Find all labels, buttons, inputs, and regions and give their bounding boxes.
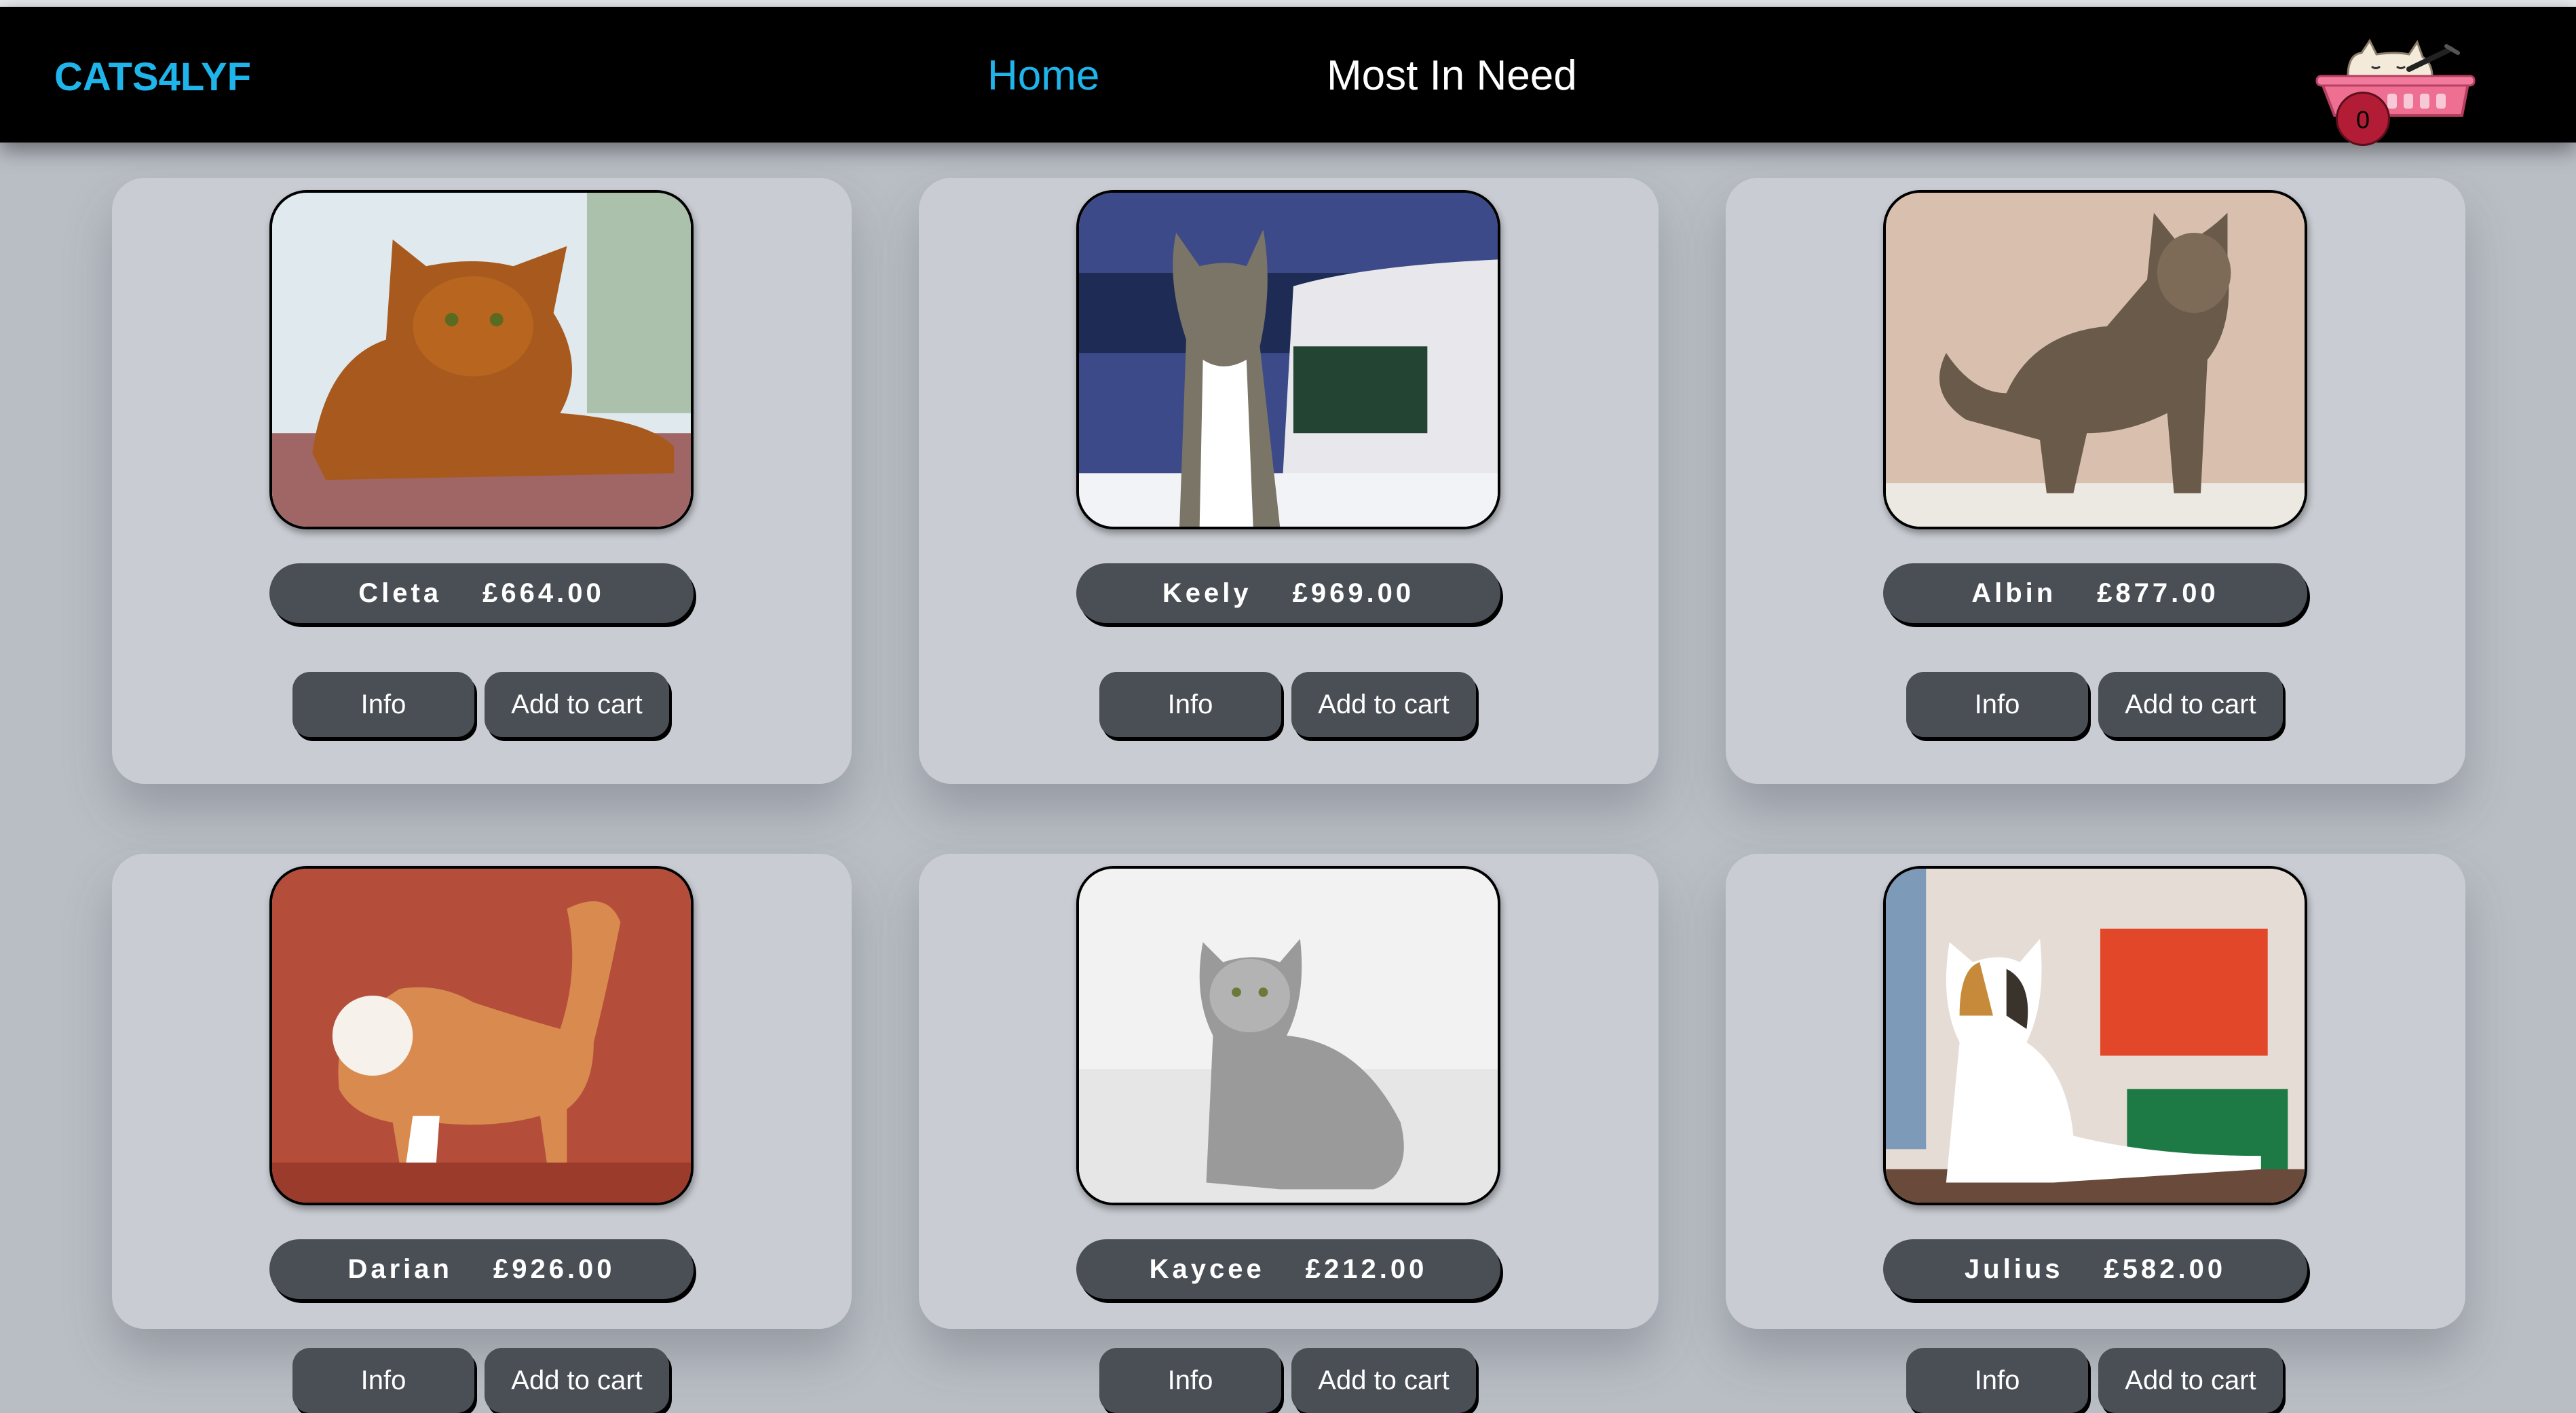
cat-price: £877.00 (2097, 578, 2219, 608)
brand-logo-text[interactable]: CATS4LYF (54, 54, 251, 100)
nav-link-home[interactable]: Home (987, 52, 1099, 100)
add-to-cart-button[interactable]: Add to cart (485, 1348, 669, 1413)
cat-name: Kaycee (1149, 1254, 1265, 1284)
cat-photo (1076, 190, 1500, 529)
silver-tabby-cat-image (1079, 869, 1498, 1203)
cat-basket-icon (2315, 39, 2476, 117)
add-to-cart-button[interactable]: Add to cart (485, 672, 669, 737)
cat-name-price: Cleta £664.00 (269, 563, 694, 623)
add-to-cart-button[interactable]: Add to cart (2098, 1348, 2283, 1413)
cat-card: Cleta £664.00 Info Add to cart (112, 178, 852, 784)
calico-cat-image (1886, 869, 2305, 1203)
cart-button[interactable]: 0 (2307, 34, 2484, 146)
abyssinian-cat-image (272, 193, 691, 527)
cat-price: £926.00 (493, 1254, 615, 1284)
cat-price: £664.00 (482, 578, 605, 608)
cat-name-price: Albin £877.00 (1883, 563, 2307, 623)
browser-top-strip (0, 0, 2576, 7)
cat-name: Keely (1162, 578, 1252, 608)
cat-card: Julius £582.00 Info Add to cart (1726, 854, 2465, 1413)
info-button[interactable]: Info (1099, 672, 1281, 737)
info-button[interactable]: Info (292, 672, 474, 737)
cat-name-price: Darian £926.00 (269, 1239, 694, 1299)
cat-card: Darian £926.00 Info Add to cart (112, 854, 852, 1413)
add-to-cart-button[interactable]: Add to cart (1291, 672, 1476, 737)
cat-name: Albin (1971, 578, 2057, 608)
cat-photo (1883, 866, 2307, 1205)
cat-price: £969.00 (1292, 578, 1415, 608)
info-button[interactable]: Info (1906, 672, 2088, 737)
cat-price: £582.00 (2104, 1254, 2227, 1284)
add-to-cart-button[interactable]: Add to cart (2098, 672, 2283, 737)
cat-photo (1076, 866, 1500, 1205)
cat-photo (269, 190, 694, 529)
cat-name-price: Keely £969.00 (1076, 563, 1500, 623)
cat-name-price: Kaycee £212.00 (1076, 1239, 1500, 1299)
add-to-cart-button[interactable]: Add to cart (1291, 1348, 1476, 1413)
cat-photo (269, 866, 694, 1205)
cat-card: Kaycee £212.00 Info Add to cart (919, 854, 1659, 1413)
info-button[interactable]: Info (1906, 1348, 2088, 1413)
info-button[interactable]: Info (292, 1348, 474, 1413)
nav-link-most-in-need[interactable]: Most In Need (1327, 52, 1577, 100)
cat-name: Darian (347, 1254, 453, 1284)
cat-name: Julius (1964, 1254, 2064, 1284)
cat-photo (1883, 190, 2307, 529)
info-button[interactable]: Info (1099, 1348, 1281, 1413)
cat-price: £212.00 (1305, 1254, 1428, 1284)
maine-coon-cat-image (1886, 193, 2305, 527)
orange-white-cat-image (272, 869, 691, 1203)
cat-name: Cleta (358, 578, 442, 608)
cat-name-price: Julius £582.00 (1883, 1239, 2307, 1299)
cat-card: Keely £969.00 Info Add to cart (919, 178, 1659, 784)
navbar: CATS4LYF Home Most In Need 0 (0, 7, 2576, 146)
cart-count-badge: 0 (2336, 92, 2390, 146)
cat-card: Albin £877.00 Info Add to cart (1726, 178, 2465, 784)
tabby-white-cat-image (1079, 193, 1498, 527)
